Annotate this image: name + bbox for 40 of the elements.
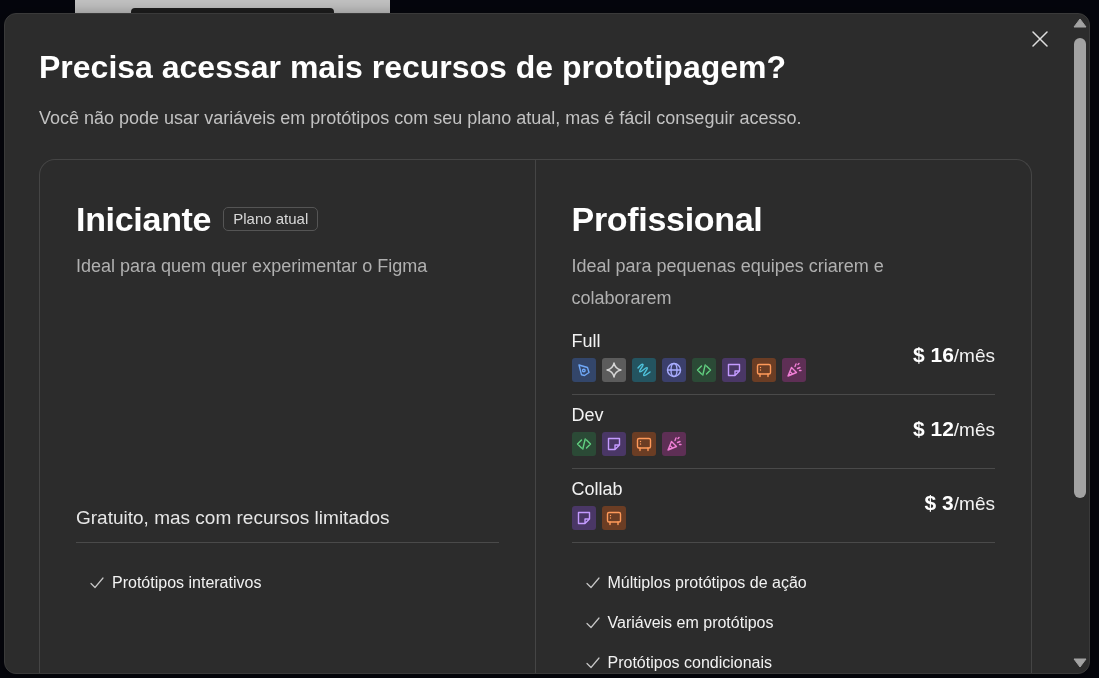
dialog-subtitle: Você não pode usar variáveis em protótipos com seu plano atual, mas é fácil conseguir acesso. — [39, 107, 802, 130]
close-button[interactable] — [1032, 31, 1048, 47]
code-icon — [691, 358, 716, 382]
feature-text: Múltiplos protótipos de ação — [607, 573, 807, 593]
scroll-up-arrow-icon[interactable] — [1072, 18, 1087, 28]
presentation-board-icon — [631, 432, 656, 456]
check-icon — [585, 577, 600, 589]
presentation-board-icon — [601, 506, 626, 530]
seat-name: Dev — [571, 404, 604, 427]
seat-name: Full — [571, 330, 601, 353]
check-icon — [585, 657, 600, 669]
party-popper-icon — [781, 358, 806, 382]
pen-nib-icon — [571, 358, 596, 382]
current-plan-tag: Plano atual — [223, 207, 319, 231]
scroll-down-arrow-icon[interactable] — [1072, 658, 1087, 668]
dialog-title: Precisa acessar mais recursos de prototipagem? — [39, 48, 786, 86]
globe-icon — [661, 358, 686, 382]
check-icon — [585, 617, 600, 629]
close-icon — [1032, 31, 1048, 47]
seat-price: $ 3/mês — [924, 490, 995, 516]
plan-description: Ideal para pequenas equipes criarem e colaborarem — [571, 255, 885, 310]
presentation-board-icon — [751, 358, 776, 382]
plan-name: Iniciante — [76, 199, 212, 239]
squiggle-icon — [631, 358, 656, 382]
seat-name: Collab — [571, 478, 623, 501]
plan-description: Ideal para quem quer experimentar o Figma — [76, 255, 428, 278]
sticky-note-icon — [721, 358, 746, 382]
plan-name: Profissional — [571, 199, 763, 239]
check-icon — [90, 577, 104, 589]
feature-text: Protótipos condicionais — [607, 653, 773, 673]
feature-text: Variáveis em protótipos — [607, 613, 774, 633]
feature-text: Protótipos interativos — [112, 573, 262, 593]
seat-price: $ 16/mês — [912, 342, 995, 368]
scrollbar-thumb[interactable] — [1073, 38, 1086, 498]
sticky-note-icon — [601, 432, 626, 456]
party-popper-icon — [661, 432, 686, 456]
code-icon — [571, 432, 596, 456]
sticky-note-icon — [571, 506, 596, 530]
price-note: Gratuito, mas com recursos limitados — [76, 506, 390, 530]
seat-price: $ 12/mês — [912, 416, 995, 442]
